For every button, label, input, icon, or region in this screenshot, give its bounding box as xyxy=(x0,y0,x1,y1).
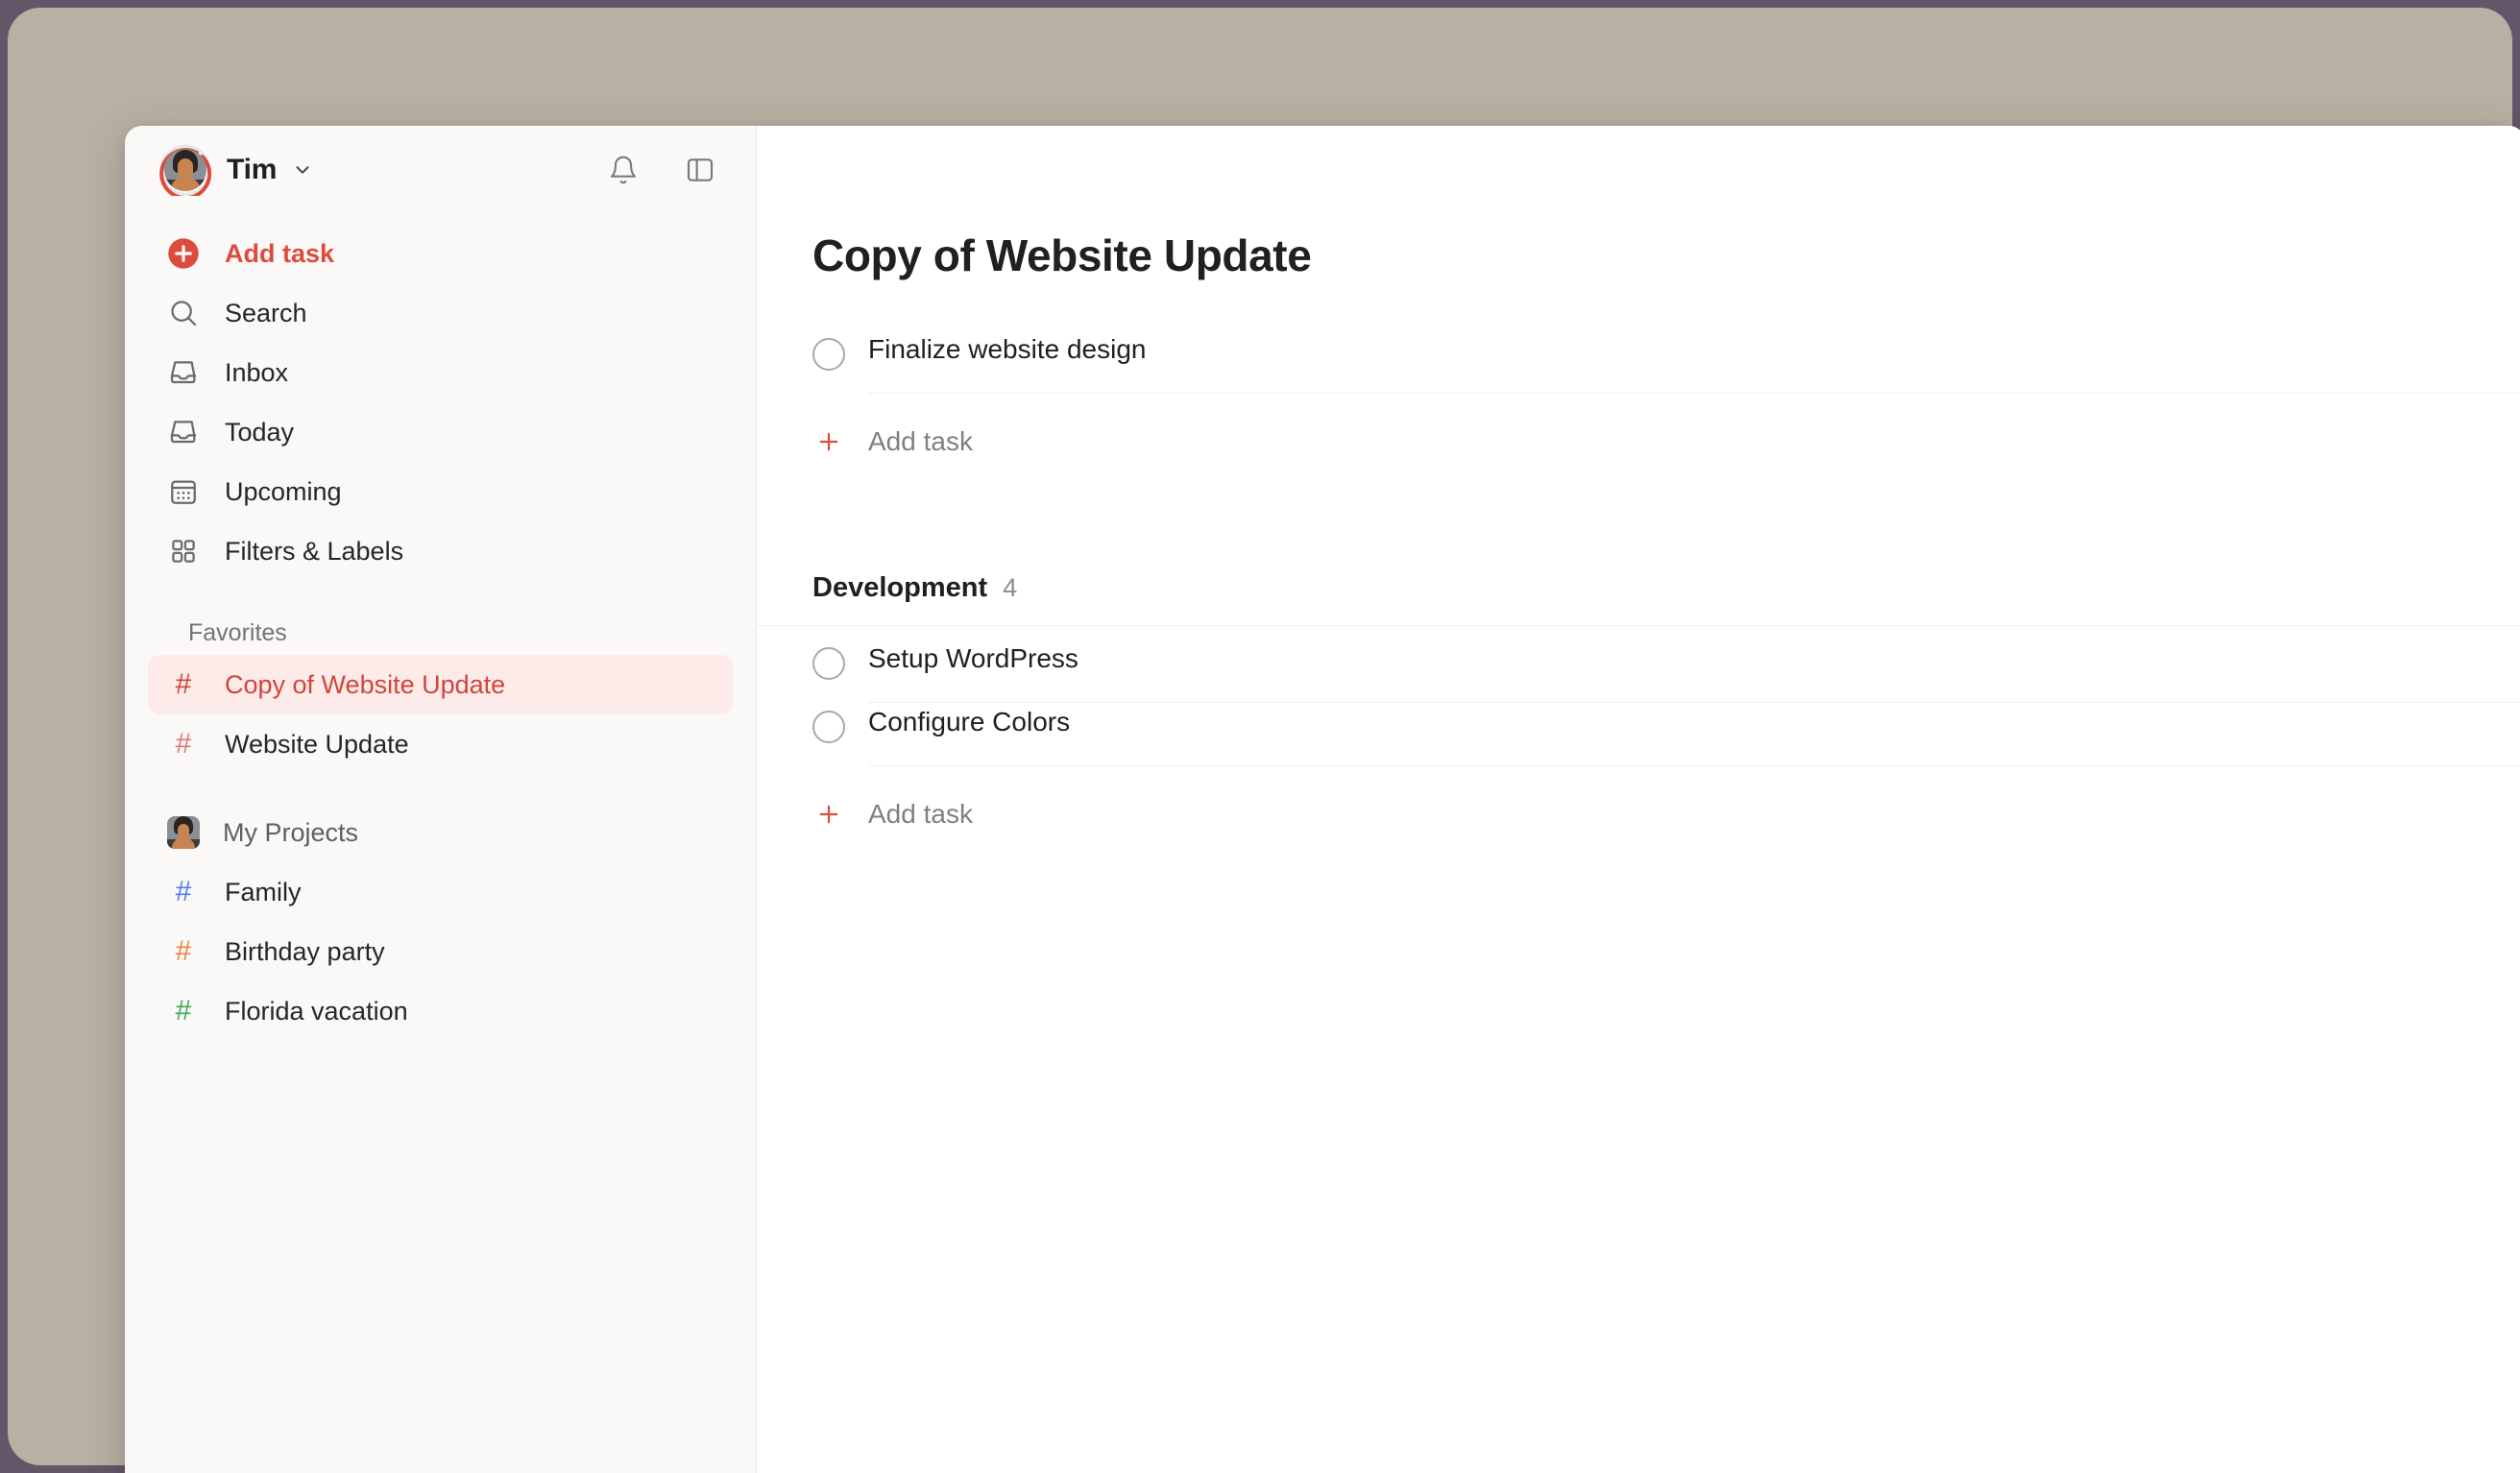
sidebar-item-label: Search xyxy=(225,298,307,327)
sidebar-item-filters-labels[interactable]: Filters & Labels xyxy=(148,521,733,581)
add-task-label: Add task xyxy=(868,799,973,830)
grid-icon xyxy=(165,533,202,569)
calendar-icon xyxy=(165,473,202,510)
sidebar-item-florida-vacation[interactable]: # Florida vacation xyxy=(148,981,733,1041)
sidebar-item-today[interactable]: Today xyxy=(148,402,733,462)
chevron-down-icon xyxy=(292,159,313,181)
sidebar-item-label: Today xyxy=(225,417,295,447)
section-development: Development 4 Setup WordPress Configure … xyxy=(757,572,2520,839)
plus-icon xyxy=(812,798,845,831)
section-task-count: 4 xyxy=(1003,573,1018,603)
section-task-list: Setup WordPress Configure Colors Add tas… xyxy=(757,641,2520,839)
add-task-label: Add task xyxy=(868,426,973,457)
plus-circle-icon xyxy=(165,235,202,272)
task-row[interactable]: Finalize website design xyxy=(757,332,2520,396)
sidebar-item-label: Upcoming xyxy=(225,476,342,506)
avatar-photo xyxy=(164,149,206,191)
today-icon xyxy=(165,414,202,450)
task-checkbox[interactable] xyxy=(812,711,845,744)
search-icon xyxy=(165,295,202,331)
sidebar-header: Tim xyxy=(125,126,756,214)
plus-icon xyxy=(812,425,845,458)
sidebar-project-label: Florida vacation xyxy=(225,996,408,1026)
root-task-list: Finalize website design Add task xyxy=(757,332,2520,467)
sidebar-nav: Add task Search Inbox Today Upcoming Fil… xyxy=(125,214,756,1041)
section-header[interactable]: Development 4 xyxy=(757,572,2520,627)
add-task-button[interactable]: Add task xyxy=(757,396,2520,467)
sidebar-item-add-task[interactable]: Add task xyxy=(148,224,733,283)
sidebar-item-copy-of-website-update[interactable]: # Copy of Website Update xyxy=(148,655,733,714)
sidebar-project-label: Copy of Website Update xyxy=(225,669,506,699)
sidebar: Tim Add task Search Inbox Today Upcoming… xyxy=(125,126,757,1473)
app-window: Tim Add task Search Inbox Today Upcoming… xyxy=(125,126,2520,1473)
sidebar-toggle-icon[interactable] xyxy=(679,149,721,191)
sidebar-item-website-update[interactable]: # Website Update xyxy=(148,714,733,774)
section-title: Development xyxy=(812,572,988,604)
hash-icon: # xyxy=(175,876,192,907)
task-checkbox[interactable] xyxy=(812,338,845,372)
hash-icon: # xyxy=(175,935,192,967)
sidebar-item-inbox[interactable]: Inbox xyxy=(148,343,733,402)
hash-icon: # xyxy=(175,668,192,700)
user-avatar-small xyxy=(167,816,200,849)
sidebar-item-my-projects[interactable]: My Projects xyxy=(148,803,733,862)
hash-icon: # xyxy=(175,995,192,1026)
page-title: Copy of Website Update xyxy=(812,230,1312,280)
sidebar-project-label: Family xyxy=(225,877,302,906)
task-title: Configure Colors xyxy=(868,707,1071,737)
sidebar-project-label: My Projects xyxy=(223,817,359,847)
user-avatar xyxy=(159,144,211,196)
sidebar-project-label: Birthday party xyxy=(225,936,385,966)
sidebar-item-birthday-party[interactable]: # Birthday party xyxy=(148,922,733,981)
task-row[interactable]: Configure Colors xyxy=(757,705,2520,768)
main-content: Copy of Website Update Finalize website … xyxy=(757,126,2520,1473)
sidebar-item-family[interactable]: # Family xyxy=(148,862,733,922)
sidebar-item-upcoming[interactable]: Upcoming xyxy=(148,462,733,521)
sidebar-item-search[interactable]: Search xyxy=(148,283,733,343)
task-checkbox[interactable] xyxy=(812,647,845,681)
sidebar-header-actions xyxy=(602,149,721,191)
sidebar-item-label: Filters & Labels xyxy=(225,536,404,566)
hash-icon: # xyxy=(175,728,192,760)
sidebar-item-label: Inbox xyxy=(225,357,289,387)
user-menu-button[interactable]: Tim xyxy=(156,138,321,202)
task-title: Finalize website design xyxy=(868,334,1147,365)
bell-icon[interactable] xyxy=(602,149,644,191)
favorites-heading: Favorites xyxy=(188,619,287,646)
task-title: Setup WordPress xyxy=(868,643,1078,674)
sidebar-item-label: Add task xyxy=(225,238,335,268)
user-name: Tim xyxy=(227,154,278,185)
sidebar-project-label: Website Update xyxy=(225,729,409,759)
inbox-icon xyxy=(165,354,202,391)
add-task-button[interactable]: Add task xyxy=(757,768,2520,839)
task-row[interactable]: Setup WordPress xyxy=(757,641,2520,705)
